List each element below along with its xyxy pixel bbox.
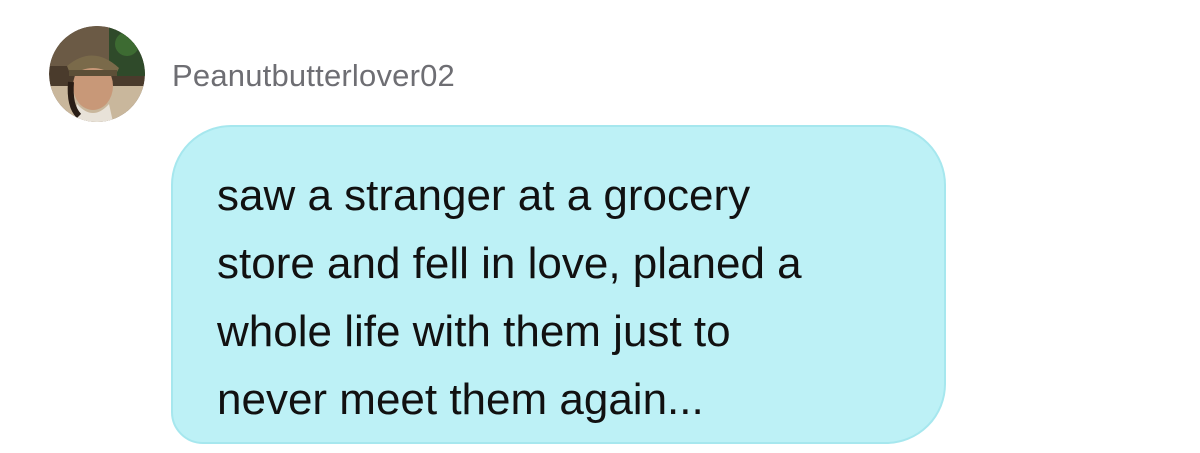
message-line: never meet them again...	[217, 375, 704, 424]
user-photo-icon	[49, 26, 145, 122]
message-line: store and fell in love, planed a	[217, 239, 802, 288]
message-line: whole life with them just to	[217, 307, 731, 356]
avatar[interactable]	[49, 26, 145, 122]
message-line: saw a stranger at a grocery	[217, 171, 751, 220]
username[interactable]: Peanutbutterlover02	[172, 58, 455, 94]
message-text: saw a stranger at a grocery store and fe…	[217, 162, 917, 434]
